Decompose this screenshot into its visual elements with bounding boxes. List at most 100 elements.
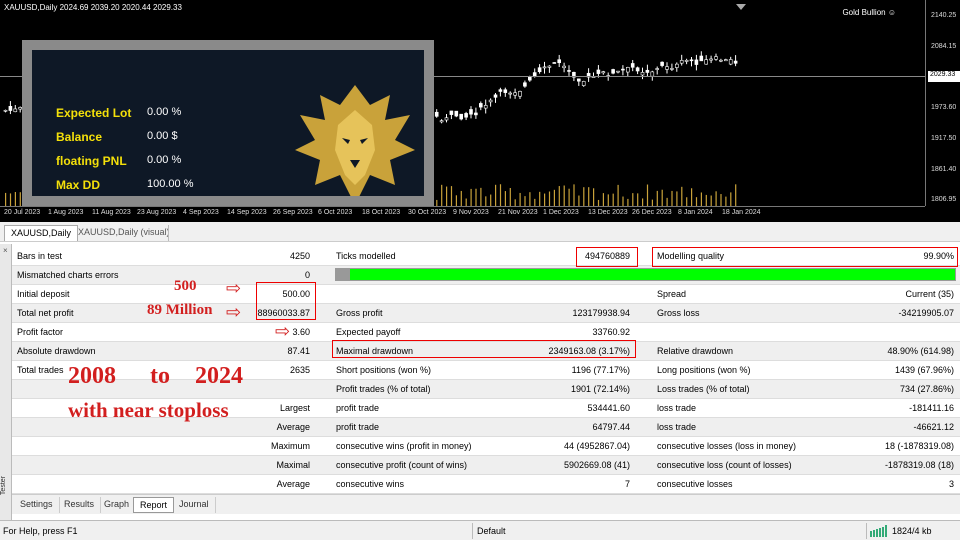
candle-body bbox=[581, 81, 586, 86]
annotation-89-million: 89 Million bbox=[147, 302, 213, 318]
candle-body bbox=[689, 59, 694, 62]
candle-body bbox=[444, 117, 449, 121]
absolute-drawdown-value: 87.41 bbox=[287, 346, 310, 356]
y-tick: 2084.15 bbox=[931, 43, 957, 50]
candle-body bbox=[611, 69, 615, 74]
candle-body bbox=[513, 92, 517, 96]
volume-bar bbox=[9, 193, 12, 206]
volume-bar bbox=[450, 186, 453, 206]
candle-body bbox=[503, 89, 508, 93]
status-separator bbox=[866, 523, 867, 539]
annotation-to: to bbox=[150, 363, 170, 389]
gross-loss-value: -34219905.07 bbox=[898, 308, 954, 318]
volume-bar bbox=[563, 185, 565, 206]
absolute-drawdown-label: Absolute drawdown bbox=[17, 346, 96, 356]
max-consecutive-profit-label: consecutive profit (count of wins) bbox=[336, 460, 468, 470]
status-separator bbox=[472, 523, 473, 539]
volume-bar bbox=[504, 191, 506, 206]
volume-bar bbox=[676, 191, 678, 206]
bars-in-test-value: 4250 bbox=[289, 251, 310, 261]
volume-bar bbox=[14, 192, 16, 206]
candle-body bbox=[547, 65, 552, 68]
volume-bar bbox=[539, 191, 541, 206]
volume-bar bbox=[553, 189, 555, 206]
ticks-modelled-label: Ticks modelled bbox=[336, 251, 396, 261]
ea-info-panel: Expected Lot 0.00 % Balance 0.00 $ float… bbox=[22, 40, 434, 206]
mismatch-label: Mismatched charts errors bbox=[17, 270, 119, 280]
x-tick: 8 Jan 2024 bbox=[678, 209, 713, 216]
volume-bar bbox=[568, 188, 570, 206]
volume-bar bbox=[509, 187, 511, 206]
candle-body bbox=[733, 60, 738, 64]
candle-body bbox=[723, 59, 728, 62]
volume-bar bbox=[490, 194, 492, 206]
arrow-right-icon: ⇨ bbox=[226, 302, 242, 322]
x-tick: 20 Jul 2023 bbox=[4, 209, 41, 216]
candle-body bbox=[523, 82, 527, 87]
volume-bar bbox=[593, 188, 595, 206]
dropdown-triangle-icon[interactable] bbox=[736, 4, 746, 10]
x-tick: 1 Dec 2023 bbox=[543, 209, 579, 216]
table-row: Average consecutive wins 7 consecutive l… bbox=[12, 475, 960, 494]
tab-report[interactable]: Report bbox=[133, 497, 175, 513]
tab-settings[interactable]: Settings bbox=[14, 497, 60, 513]
average-profit-value: 64797.44 bbox=[592, 422, 630, 432]
avg-consecutive-wins-value: 7 bbox=[624, 479, 630, 489]
table-row: Maximal consecutive profit (count of win… bbox=[12, 456, 960, 475]
y-tick: 1917.50 bbox=[931, 135, 957, 142]
volume-bar bbox=[480, 187, 482, 206]
tab-results[interactable]: Results bbox=[58, 497, 102, 513]
loss-trades-label: Loss trades (% of total) bbox=[657, 384, 750, 394]
x-tick: 30 Oct 2023 bbox=[408, 209, 447, 216]
volume-bar bbox=[5, 192, 7, 206]
avg-consecutive-losses-label: consecutive losses bbox=[657, 479, 733, 489]
max-consecutive-wins-value: 44 (4952867.04) bbox=[563, 441, 630, 451]
volume-bar bbox=[441, 184, 443, 206]
current-price-label: 2029.33 bbox=[928, 71, 960, 82]
candle-body bbox=[527, 76, 532, 81]
volume-bar bbox=[465, 198, 467, 206]
chart-brand: Gold Bullion ☺ bbox=[842, 8, 896, 17]
candle-body bbox=[508, 92, 513, 95]
candle-body bbox=[596, 69, 601, 74]
price-chart[interactable]: XAUUSD,Daily 2024.69 2039.20 2020.44 202… bbox=[0, 0, 960, 222]
tab-journal[interactable]: Journal bbox=[173, 497, 216, 513]
volume-bar bbox=[529, 192, 531, 206]
volume-bar bbox=[607, 194, 609, 206]
profit-factor-label: Profit factor bbox=[17, 327, 64, 337]
tab-xauusd-daily[interactable]: XAUUSD,Daily bbox=[4, 225, 79, 241]
candle-body bbox=[488, 99, 493, 103]
candle-body bbox=[8, 106, 13, 111]
expected-lot-label: Expected Lot bbox=[56, 106, 132, 120]
initial-deposit-label: Initial deposit bbox=[17, 289, 70, 299]
tab-xauusd-daily-visual[interactable]: XAUUSD,Daily (visual) bbox=[72, 225, 176, 241]
total-trades-value: 2635 bbox=[289, 365, 310, 375]
candle-body bbox=[630, 63, 635, 68]
close-icon[interactable]: × bbox=[3, 246, 8, 255]
candle-body bbox=[498, 89, 503, 92]
volume-bar bbox=[656, 190, 658, 206]
y-tick: 1973.60 bbox=[931, 104, 957, 111]
candle-body bbox=[3, 109, 8, 112]
candle-body bbox=[645, 69, 650, 73]
y-tick: 1806.95 bbox=[931, 196, 957, 203]
profit-trades-label: Profit trades (% of total) bbox=[336, 384, 431, 394]
volume-bar bbox=[583, 187, 585, 206]
candle-body bbox=[439, 120, 444, 123]
volume-bar bbox=[735, 184, 737, 206]
volume-bar bbox=[686, 197, 688, 206]
long-positions-value: 1439 (67.96%) bbox=[894, 365, 954, 375]
candle-body bbox=[635, 67, 640, 72]
candle-body bbox=[562, 65, 566, 69]
drawdown-highlight bbox=[332, 340, 636, 358]
candle-body bbox=[459, 113, 464, 120]
candle-body bbox=[616, 70, 620, 73]
tab-graph[interactable]: Graph bbox=[98, 497, 137, 513]
chart-title: XAUUSD,Daily 2024.69 2039.20 2020.44 202… bbox=[4, 3, 182, 12]
volume-bar bbox=[548, 191, 551, 206]
tester-sidebar: × Tester bbox=[0, 244, 12, 520]
balance-label: Balance bbox=[56, 130, 103, 144]
volume-bar bbox=[514, 199, 516, 206]
candle-body bbox=[655, 68, 660, 70]
largest-profit-label: profit trade bbox=[336, 403, 380, 413]
